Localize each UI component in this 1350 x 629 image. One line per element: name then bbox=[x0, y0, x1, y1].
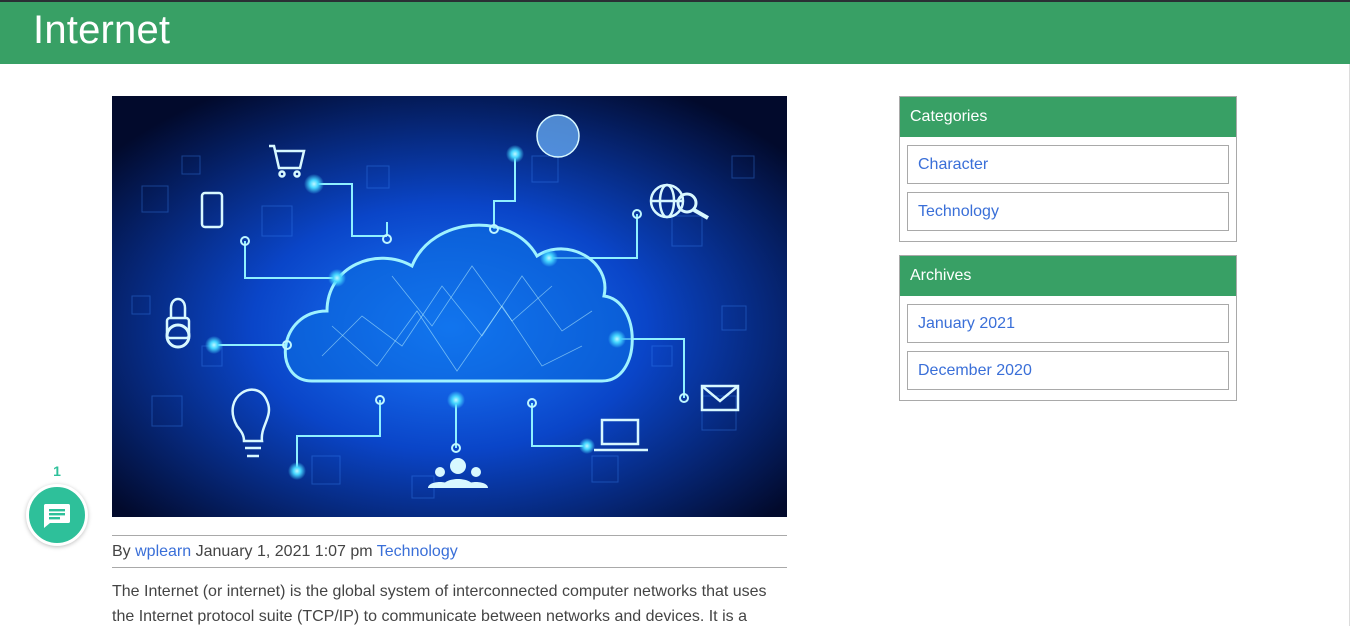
category-item-link[interactable]: Technology bbox=[918, 203, 999, 220]
chat-count-badge: 1 bbox=[53, 463, 61, 479]
category-item[interactable]: Technology bbox=[907, 192, 1229, 231]
archive-item[interactable]: December 2020 bbox=[907, 351, 1229, 390]
category-item-link[interactable]: Character bbox=[918, 156, 988, 173]
post-featured-image[interactable] bbox=[112, 96, 787, 517]
post-meta: By wplearn January 1, 2021 1:07 pm Techn… bbox=[112, 535, 787, 568]
category-item[interactable]: Character bbox=[907, 145, 1229, 184]
meta-by-label: By bbox=[112, 543, 131, 560]
archive-item[interactable]: January 2021 bbox=[907, 304, 1229, 343]
archive-item-link[interactable]: January 2021 bbox=[918, 315, 1015, 332]
categories-list: Character Technology bbox=[900, 137, 1236, 241]
author-link[interactable]: wplearn bbox=[135, 543, 191, 560]
cloud-network-illustration bbox=[112, 96, 787, 517]
archive-item-link[interactable]: December 2020 bbox=[918, 362, 1032, 379]
site-header: Internet bbox=[0, 0, 1350, 64]
archives-widget: Archives January 2021 December 2020 bbox=[899, 255, 1237, 401]
post-excerpt: The Internet (or internet) is the global… bbox=[112, 583, 767, 625]
archives-list: January 2021 December 2020 bbox=[900, 296, 1236, 400]
categories-title: Categories bbox=[900, 97, 1236, 137]
chat-widget: 1 bbox=[26, 463, 88, 546]
category-link[interactable]: Technology bbox=[377, 543, 458, 560]
chat-bubble-icon bbox=[44, 504, 70, 528]
chat-button[interactable] bbox=[26, 484, 88, 546]
archives-title: Archives bbox=[900, 256, 1236, 296]
post-date: January 1, 2021 1:07 pm bbox=[195, 543, 373, 560]
site-title[interactable]: Internet bbox=[33, 8, 170, 53]
categories-widget: Categories Character Technology bbox=[899, 96, 1237, 242]
